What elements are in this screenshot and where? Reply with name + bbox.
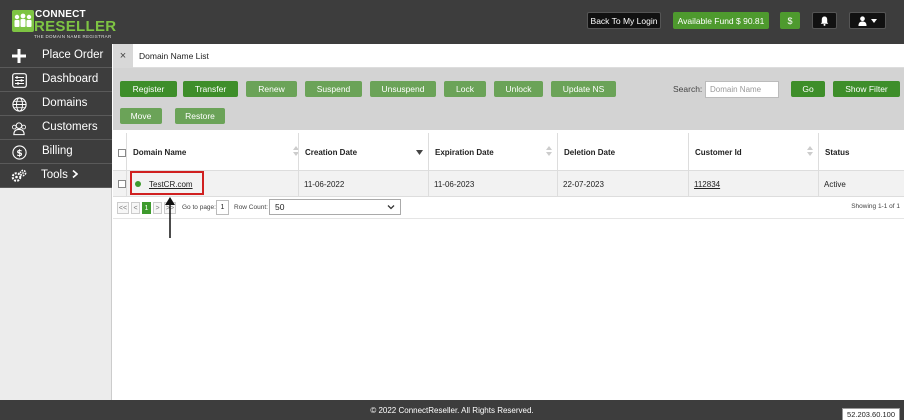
add-fund-button[interactable]: $ [780, 12, 800, 29]
globe-icon [11, 96, 27, 112]
top-header: CONNECT RESELLER THE DOMAIN NAME REGISTR… [0, 0, 904, 44]
unsuspend-button[interactable]: Unsuspend [370, 81, 436, 97]
svg-text:$: $ [16, 149, 22, 159]
copyright-text: © 2022 ConnectReseller. All Rights Reser… [370, 405, 534, 415]
users-icon [11, 120, 27, 136]
chevron-down-icon [387, 205, 395, 210]
column-label: Domain Name [133, 147, 187, 157]
column-creation-date[interactable]: Creation Date [298, 133, 428, 171]
sidebar-item-customers[interactable]: Customers [0, 116, 112, 140]
table-header: Domain Name Creation Date Expiration Dat… [113, 133, 904, 171]
sidebar-item-label: Tools [41, 169, 79, 181]
sidebar: Place Order Dashboard Domains Customers … [0, 44, 112, 400]
bell-icon [820, 16, 829, 26]
go-button[interactable]: Go [791, 81, 825, 97]
column-domain-name[interactable]: Domain Name [126, 133, 304, 171]
logo-text-reseller: RESELLER [34, 18, 117, 35]
tab-strip: × Domain Name List [113, 44, 904, 68]
next-page-button[interactable]: > [153, 202, 162, 214]
annotation-arrow-icon [165, 197, 175, 238]
logo-tagline: THE DOMAIN NAME REGISTRAR [34, 34, 112, 39]
update-ns-button[interactable]: Update NS [551, 81, 616, 97]
action-toolbar: Register Transfer Renew Suspend Unsuspen… [113, 68, 904, 130]
tab-domain-name-list[interactable]: Domain Name List [139, 51, 209, 61]
row-count-label: Row Count: [234, 204, 268, 211]
chevron-right-icon [72, 169, 79, 179]
user-icon [858, 15, 867, 26]
column-label: Creation Date [305, 147, 358, 157]
sidebar-item-domains[interactable]: Domains [0, 92, 112, 116]
tools-label: Tools [41, 169, 68, 181]
row-count-value: 50 [275, 202, 285, 212]
table-row: TestCR.com 11-06-2022 11-06-2023 22-07-2… [113, 171, 904, 197]
domain-highlight-box [130, 171, 204, 195]
first-page-button[interactable]: << [117, 202, 129, 214]
expiration-date-cell: 11-06-2023 [428, 171, 557, 197]
row-checkbox[interactable] [118, 180, 126, 188]
show-filter-button[interactable]: Show Filter [833, 81, 900, 97]
go-to-page-label: Go to page: [182, 204, 216, 211]
column-label: Deletion Date [564, 147, 616, 157]
sidebar-item-label: Dashboard [42, 73, 99, 85]
suspend-button[interactable]: Suspend [305, 81, 362, 97]
close-tab-icon[interactable]: × [113, 44, 133, 68]
gears-icon [11, 168, 27, 184]
customer-id-link[interactable]: 112834 [694, 180, 720, 189]
caret-down-icon [871, 18, 877, 23]
lock-button[interactable]: Lock [444, 81, 486, 97]
renew-button[interactable]: Renew [246, 81, 297, 97]
sliders-icon [11, 72, 27, 88]
customer-id-cell: 112834 [688, 171, 818, 197]
dollar-circle-icon: $ [11, 144, 27, 160]
move-button[interactable]: Move [120, 108, 162, 124]
sidebar-item-tools[interactable]: Tools [0, 164, 112, 188]
column-status[interactable]: Status [818, 133, 904, 171]
column-deletion-date[interactable]: Deletion Date [557, 133, 688, 171]
column-label: Status [825, 147, 850, 157]
creation-date-cell: 11-06-2022 [298, 171, 428, 197]
sort-icon [546, 146, 552, 156]
sidebar-item-label: Domains [42, 97, 88, 109]
showing-count: Showing 1-1 of 1 [851, 203, 900, 210]
sidebar-item-billing[interactable]: $ Billing [0, 140, 112, 164]
domain-search-input[interactable] [705, 81, 779, 98]
transfer-button[interactable]: Transfer [183, 81, 238, 97]
column-expiration-date[interactable]: Expiration Date [428, 133, 557, 171]
register-button[interactable]: Register [120, 81, 177, 97]
unlock-button[interactable]: Unlock [494, 81, 543, 97]
sidebar-item-label: Place Order [42, 49, 104, 61]
sort-icon [807, 146, 813, 156]
sort-desc-icon [416, 150, 423, 155]
column-label: Expiration Date [435, 147, 494, 157]
prev-page-button[interactable]: < [131, 202, 140, 214]
restore-button[interactable]: Restore [175, 108, 225, 124]
available-fund-button[interactable]: Available Fund $ 90.81 [673, 12, 769, 29]
page-1-button[interactable]: 1 [142, 202, 151, 214]
plus-icon [11, 48, 27, 64]
sidebar-item-label: Customers [42, 121, 98, 133]
ip-address-badge: 52.203.60.100 [842, 408, 900, 420]
available-fund-label: Available Fund [677, 15, 734, 26]
user-menu-button[interactable] [849, 12, 886, 29]
notifications-button[interactable] [812, 12, 837, 29]
row-count-select[interactable]: 50 [269, 199, 401, 215]
deletion-date-cell: 22-07-2023 [557, 171, 688, 197]
select-all-checkbox[interactable] [118, 149, 126, 157]
search-label: Search: [673, 84, 703, 94]
sidebar-item-place-order[interactable]: Place Order [0, 44, 112, 68]
back-to-login-button[interactable]: Back To My Login [587, 12, 661, 29]
pagination-bar: << < 1 > >> Go to page: 1 Row Count: 50 … [113, 197, 904, 219]
page-footer: © 2022 ConnectReseller. All Rights Reser… [0, 400, 904, 420]
status-cell: Active [818, 171, 904, 197]
available-fund-amount: $ 90.81 [736, 15, 765, 26]
column-label: Customer Id [695, 147, 742, 157]
connectreseller-logo[interactable]: CONNECT RESELLER THE DOMAIN NAME REGISTR… [12, 8, 122, 39]
column-customer-id[interactable]: Customer Id [688, 133, 818, 171]
logo-people-icon [12, 10, 34, 32]
sidebar-item-label: Billing [42, 145, 73, 157]
sidebar-item-dashboard[interactable]: Dashboard [0, 68, 112, 92]
go-to-page-input[interactable]: 1 [216, 200, 229, 215]
